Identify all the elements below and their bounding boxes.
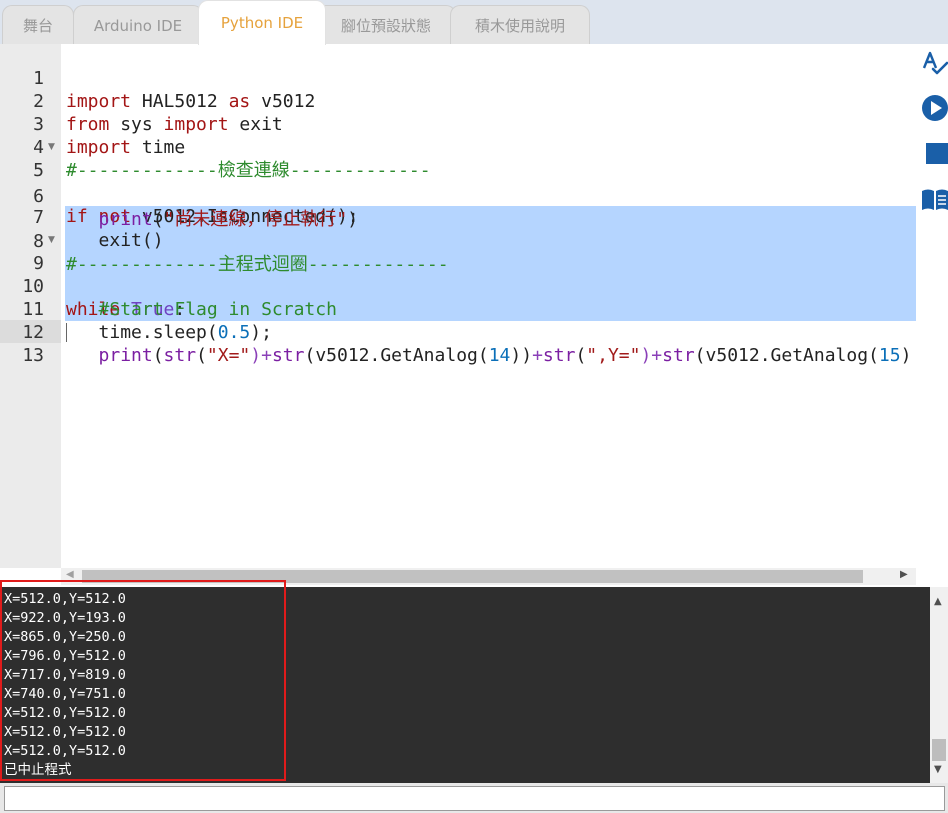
code-line[interactable]: 6 print("尚未連線，停止執行") [0,162,916,230]
code-token: v5012.GetAnalog( [315,345,489,366]
code-token: )+ [250,345,272,366]
spellcheck-icon[interactable] [920,48,948,78]
code-line[interactable]: 2 from sys import exit [0,67,916,135]
code-line[interactable]: 10 #Start Flag in Scratch [0,252,916,320]
string-literal: "X=" [206,345,251,366]
console-input[interactable] [4,786,945,811]
fold-arrow-icon[interactable]: ▼ [48,136,55,159]
function-name: str [542,345,576,366]
code-token: + [532,345,543,366]
tab-arduino-ide[interactable]: Arduino IDE [73,5,203,45]
tab-python-ide[interactable]: Python IDE [198,0,326,45]
code-token: )+ [640,345,663,366]
code-token: ( [196,345,207,366]
code-token: ( [694,345,706,366]
tab-pin-defaults[interactable]: 腳位預設狀態 [316,5,456,45]
annotation-highlight-box [0,580,286,781]
line-number: 13 [22,345,44,366]
function-name: str [662,345,695,366]
console-scrollbar-thumb[interactable] [932,739,946,761]
string-literal: ",Y=" [586,345,641,366]
code-line[interactable]: 8 #-------------主程式迴圈------------- [0,207,916,275]
code-text: print(str("X=")+str(v5012.GetAnalog(14))… [66,344,912,367]
code-line[interactable]: 11 time.sleep(0.5); [0,275,916,343]
code-token: v5012.GetAnalog( [705,345,879,366]
code-token: ( [575,345,587,366]
scroll-right-arrow-icon[interactable]: ▶ [900,569,908,580]
scroll-left-arrow-icon[interactable]: ◀ [66,569,74,580]
tab-bar: 舞台 Arduino IDE Python IDE 腳位預設狀態 積木使用說明 [0,0,948,45]
function-name: str [163,345,197,366]
text-cursor [66,323,67,342]
code-line[interactable]: 4 #-------------檢查連線------------- [0,113,916,181]
tab-stage[interactable]: 舞台 [2,5,74,45]
tab-block-help[interactable]: 積木使用說明 [450,5,590,45]
code-line[interactable]: 12 print(str("X=")+str(v5012.GetAnalog(1… [0,298,916,366]
code-editor[interactable]: 1 import HAL5012 as v5012 2 from sys imp… [0,44,916,568]
code-line[interactable]: 5 ▼ if not v5012.IsConnected(): [0,136,916,227]
scroll-down-arrow-icon[interactable]: ▼ [934,764,942,775]
function-name: print [98,345,153,366]
code-line[interactable]: 9 ▼ while True: [0,229,916,320]
editor-toolbar [916,44,948,585]
code-token: ) [900,345,912,366]
code-token: ( [152,345,164,366]
code-token: )) [510,345,533,366]
stop-icon[interactable] [920,139,948,169]
fold-arrow-icon[interactable]: ▼ [48,229,55,252]
run-icon[interactable] [920,93,948,123]
function-name: str [271,345,305,366]
number-literal: 14 [488,345,511,366]
number-literal: 15 [878,345,901,366]
code-token: ( [304,345,316,366]
code-line[interactable]: 13 [0,321,916,366]
code-line[interactable]: 3 import time [0,90,916,158]
code-line[interactable]: 1 import HAL5012 as v5012 [0,44,916,112]
scroll-up-arrow-icon[interactable]: ▲ [934,596,942,607]
code-line[interactable]: 7 exit() [0,183,916,251]
book-icon[interactable] [920,185,948,215]
